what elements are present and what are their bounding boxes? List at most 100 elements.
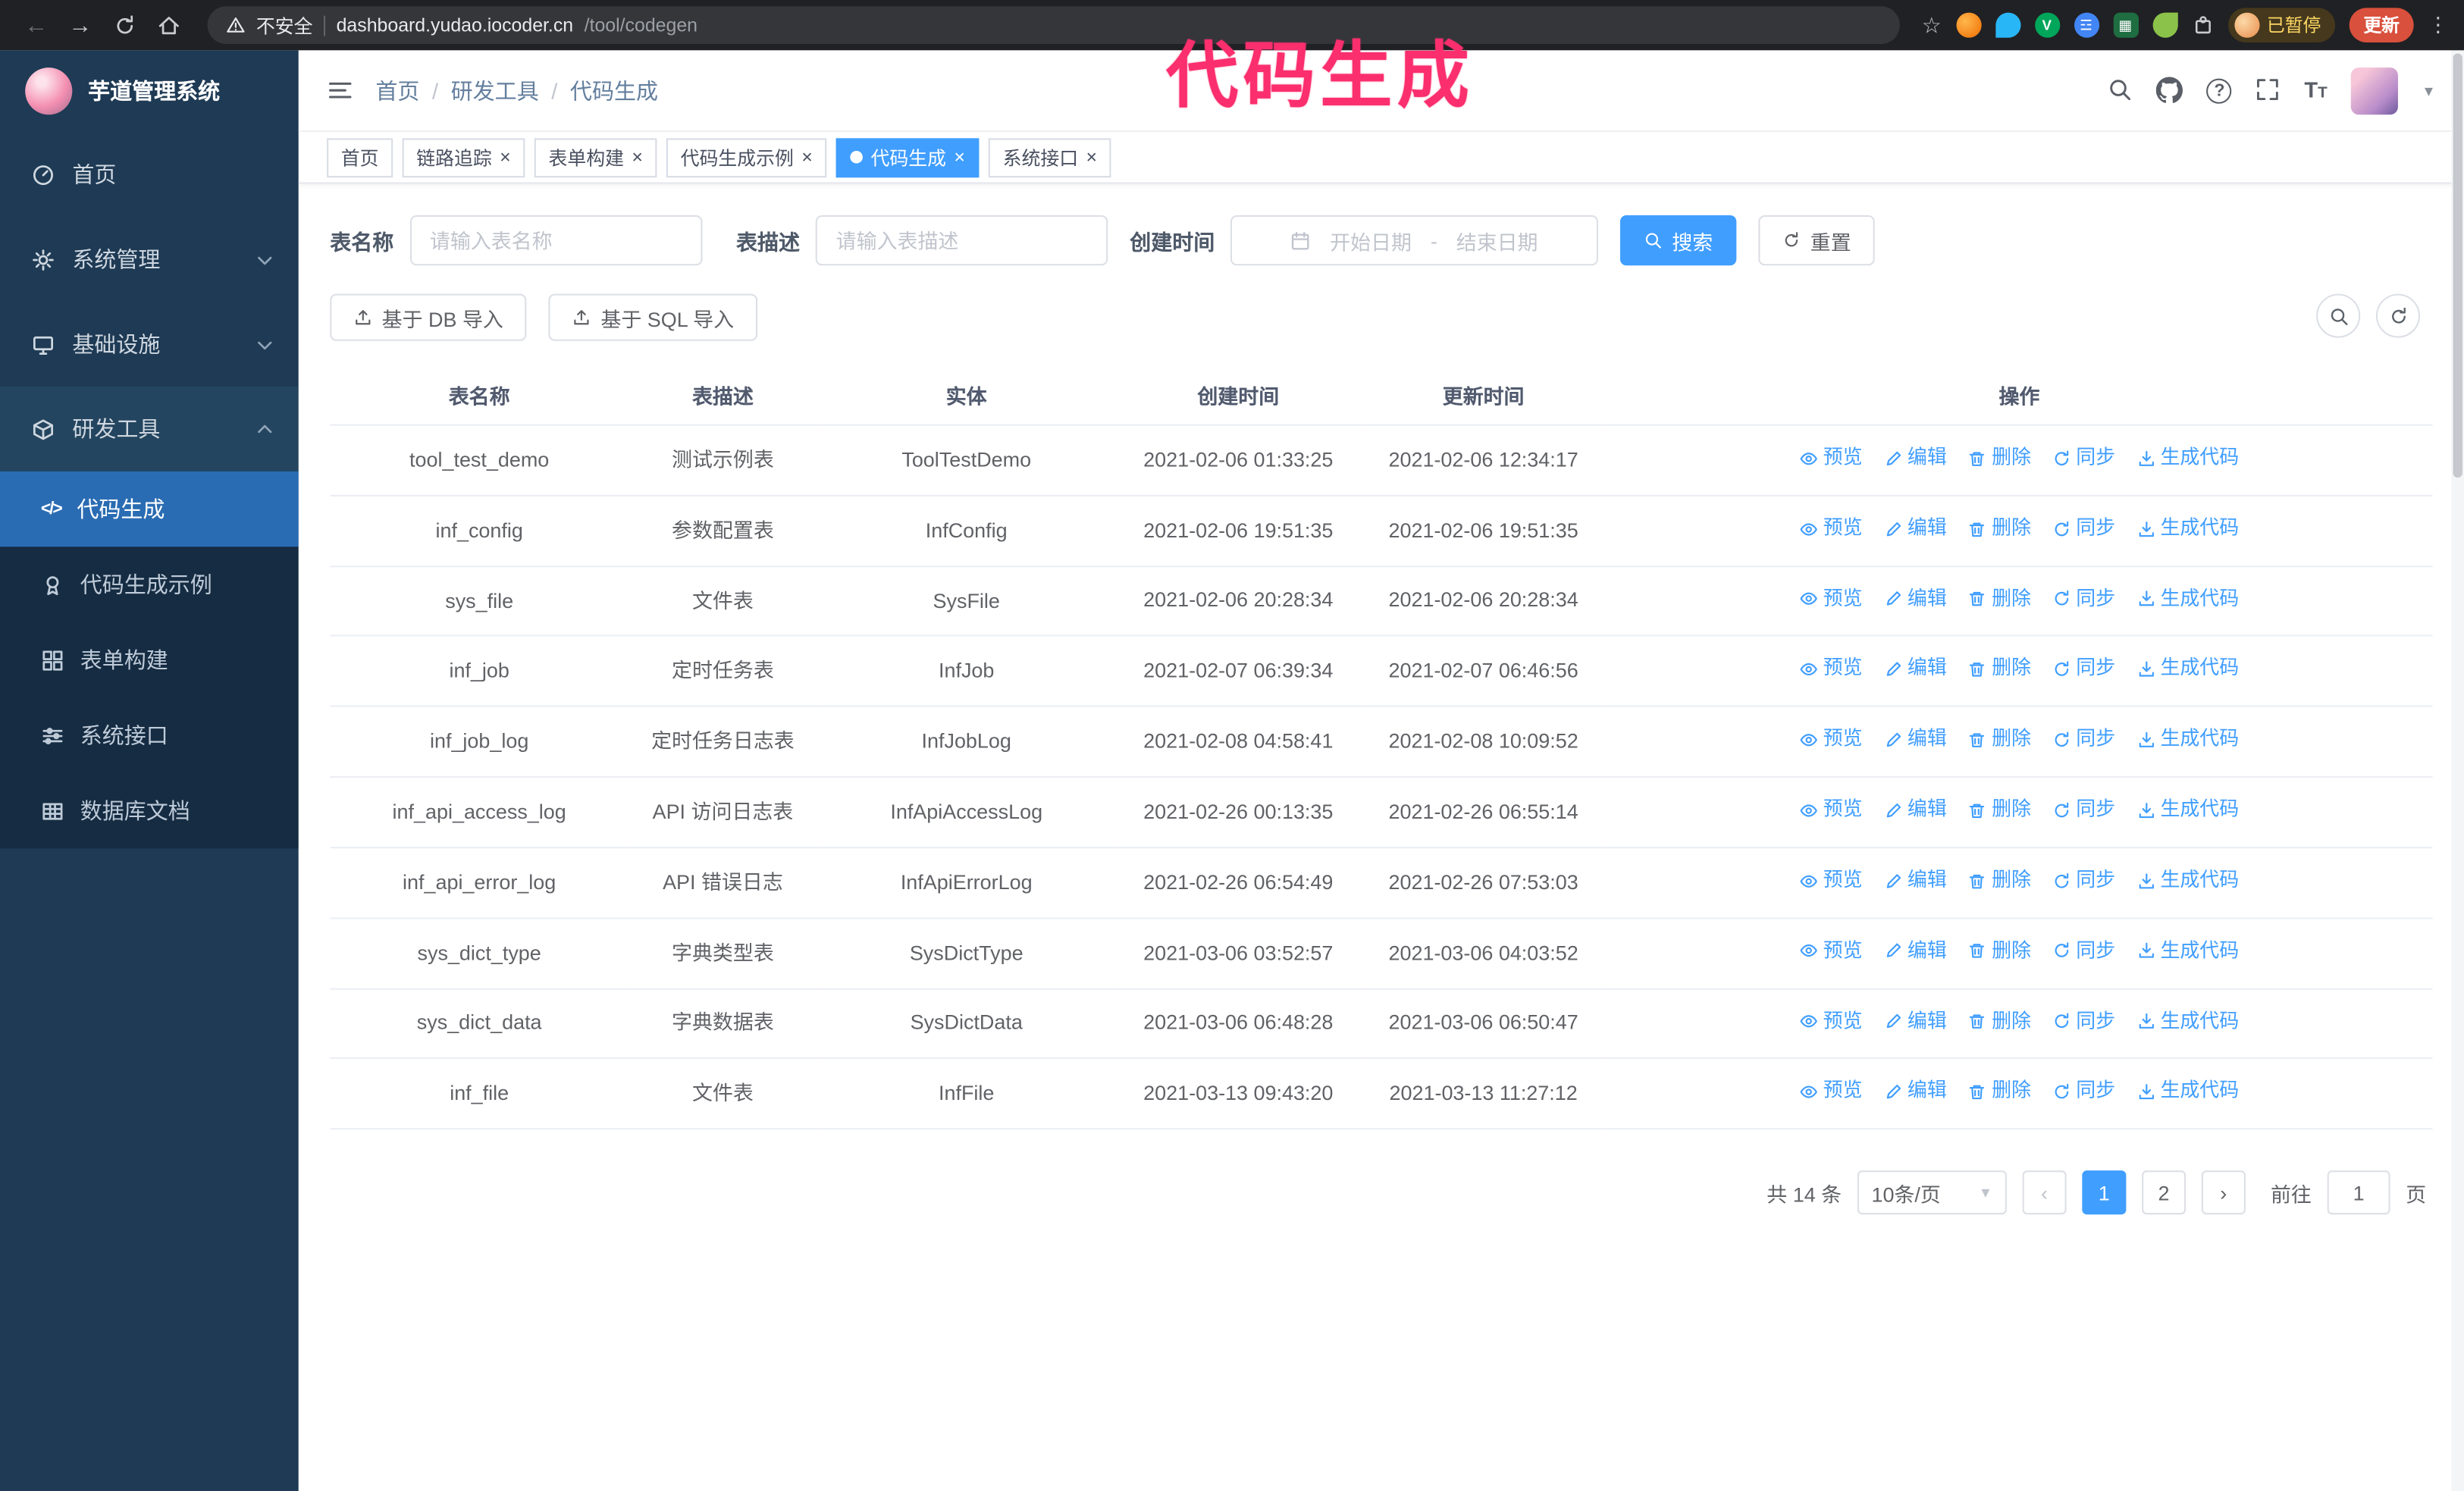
preview-link[interactable]: 预览	[1800, 584, 1863, 614]
extension-icon-v[interactable]: V	[2034, 12, 2060, 38]
sidebar-item-home[interactable]: 首页	[0, 132, 299, 217]
prev-page-button[interactable]: ‹	[2022, 1170, 2067, 1215]
sidebar-item-codegen-example[interactable]: 代码生成示例	[0, 547, 299, 622]
edit-link[interactable]: 编辑	[1884, 1007, 1947, 1037]
update-button[interactable]: 更新	[2349, 8, 2414, 42]
fontsize-icon[interactable]: TT	[2304, 77, 2327, 105]
page-button[interactable]: 2	[2142, 1170, 2187, 1215]
generate-code-link[interactable]: 生成代码	[2136, 725, 2239, 755]
sync-link[interactable]: 同步	[2052, 795, 2115, 825]
tab[interactable]: 系统接口 ×	[989, 137, 1111, 177]
reset-button[interactable]: 重置	[1758, 215, 1875, 266]
search-icon[interactable]	[2108, 77, 2133, 105]
sync-link[interactable]: 同步	[2052, 866, 2115, 896]
sidebar-item-devtools[interactable]: 研发工具	[0, 386, 299, 471]
tab-close-icon[interactable]: ×	[801, 148, 813, 167]
scrollbar-thumb[interactable]	[2453, 53, 2462, 478]
forward-icon[interactable]: →	[60, 5, 101, 45]
tab-close-icon[interactable]: ×	[632, 148, 643, 167]
delete-link[interactable]: 删除	[1968, 584, 2031, 614]
edit-link[interactable]: 编辑	[1884, 936, 1947, 966]
sync-link[interactable]: 同步	[2052, 513, 2115, 543]
preview-link[interactable]: 预览	[1800, 1007, 1863, 1037]
table-name-input[interactable]	[409, 215, 702, 266]
tab[interactable]: 代码生成 ×	[835, 137, 980, 177]
generate-code-link[interactable]: 生成代码	[2136, 584, 2239, 614]
sync-link[interactable]: 同步	[2052, 443, 2115, 474]
sidebar-item-system-api[interactable]: 系统接口	[0, 697, 299, 772]
extension-icon-people[interactable]: ☲	[2073, 12, 2099, 38]
profile-paused-chip[interactable]: 已暂停	[2227, 8, 2336, 42]
tab[interactable]: 链路追踪 ×	[402, 137, 525, 177]
goto-page-input[interactable]	[2327, 1170, 2390, 1215]
delete-link[interactable]: 删除	[1968, 1007, 2031, 1037]
kebab-menu-icon[interactable]: ⋮	[2428, 13, 2448, 38]
generate-code-link[interactable]: 生成代码	[2136, 936, 2239, 966]
edit-link[interactable]: 编辑	[1884, 654, 1947, 684]
delete-link[interactable]: 删除	[1968, 443, 2031, 474]
hamburger-icon[interactable]	[327, 77, 353, 105]
page-size-select[interactable]: 10条/页 ▼	[1857, 1170, 2007, 1215]
next-page-button[interactable]: ›	[2201, 1170, 2246, 1215]
generate-code-link[interactable]: 生成代码	[2136, 654, 2239, 684]
preview-link[interactable]: 预览	[1800, 725, 1863, 755]
generate-code-link[interactable]: 生成代码	[2136, 1007, 2239, 1037]
preview-link[interactable]: 预览	[1800, 1077, 1863, 1107]
sidebar-item-system[interactable]: 系统管理	[0, 217, 299, 302]
back-icon[interactable]: ←	[16, 5, 57, 45]
preview-link[interactable]: 预览	[1800, 936, 1863, 966]
bookmark-star-icon[interactable]: ☆	[1922, 12, 1942, 39]
generate-code-link[interactable]: 生成代码	[2136, 795, 2239, 825]
delete-link[interactable]: 删除	[1968, 866, 2031, 896]
sidebar-item-infra[interactable]: 基础设施	[0, 302, 299, 387]
import-sql-button[interactable]: 基于 SQL 导入	[548, 293, 758, 341]
preview-link[interactable]: 预览	[1800, 654, 1863, 684]
tab[interactable]: 首页	[327, 137, 393, 177]
delete-link[interactable]: 删除	[1968, 1077, 2031, 1107]
home-icon[interactable]	[148, 5, 189, 45]
generate-code-link[interactable]: 生成代码	[2136, 443, 2239, 474]
tab-close-icon[interactable]: ×	[500, 148, 511, 167]
preview-link[interactable]: 预览	[1800, 513, 1863, 543]
preview-link[interactable]: 预览	[1800, 866, 1863, 896]
delete-link[interactable]: 删除	[1968, 654, 2031, 684]
reload-icon[interactable]	[104, 5, 145, 45]
extension-icon-sheet[interactable]: ▦	[2112, 12, 2138, 38]
breadcrumb-home[interactable]: 首页	[375, 74, 419, 105]
generate-code-link[interactable]: 生成代码	[2136, 1077, 2239, 1107]
sync-link[interactable]: 同步	[2052, 654, 2115, 684]
edit-link[interactable]: 编辑	[1884, 443, 1947, 474]
preview-link[interactable]: 预览	[1800, 443, 1863, 474]
delete-link[interactable]: 删除	[1968, 795, 2031, 825]
page-button[interactable]: 1	[2082, 1170, 2127, 1215]
delete-link[interactable]: 删除	[1968, 936, 2031, 966]
table-desc-input[interactable]	[815, 215, 1108, 266]
user-avatar[interactable]	[2350, 67, 2399, 114]
github-icon[interactable]	[2156, 77, 2183, 105]
sync-link[interactable]: 同步	[2052, 936, 2115, 966]
edit-link[interactable]: 编辑	[1884, 725, 1947, 755]
toggle-search-button[interactable]	[2316, 293, 2361, 338]
tab[interactable]: 代码生成示例 ×	[666, 137, 827, 177]
sync-link[interactable]: 同步	[2052, 1007, 2115, 1037]
extension-icon-drop[interactable]	[1995, 12, 2020, 38]
puzzle-icon[interactable]	[2191, 11, 2213, 39]
avatar-caret-icon[interactable]: ▼	[2422, 83, 2435, 99]
search-button[interactable]: 搜索	[1619, 215, 1737, 266]
generate-code-link[interactable]: 生成代码	[2136, 866, 2239, 896]
fullscreen-icon[interactable]	[2256, 77, 2281, 105]
delete-link[interactable]: 删除	[1968, 725, 2031, 755]
import-db-button[interactable]: 基于 DB 导入	[330, 293, 527, 341]
date-range-picker[interactable]: 开始日期 - 结束日期	[1230, 215, 1598, 266]
preview-link[interactable]: 预览	[1800, 795, 1863, 825]
generate-code-link[interactable]: 生成代码	[2136, 513, 2239, 543]
tab-close-icon[interactable]: ×	[1086, 148, 1098, 167]
sync-link[interactable]: 同步	[2052, 725, 2115, 755]
tab-close-icon[interactable]: ×	[954, 148, 965, 167]
edit-link[interactable]: 编辑	[1884, 513, 1947, 543]
sidebar-item-db-doc[interactable]: 数据库文档	[0, 773, 299, 848]
edit-link[interactable]: 编辑	[1884, 584, 1947, 614]
edit-link[interactable]: 编辑	[1884, 866, 1947, 896]
edit-link[interactable]: 编辑	[1884, 795, 1947, 825]
sync-link[interactable]: 同步	[2052, 584, 2115, 614]
